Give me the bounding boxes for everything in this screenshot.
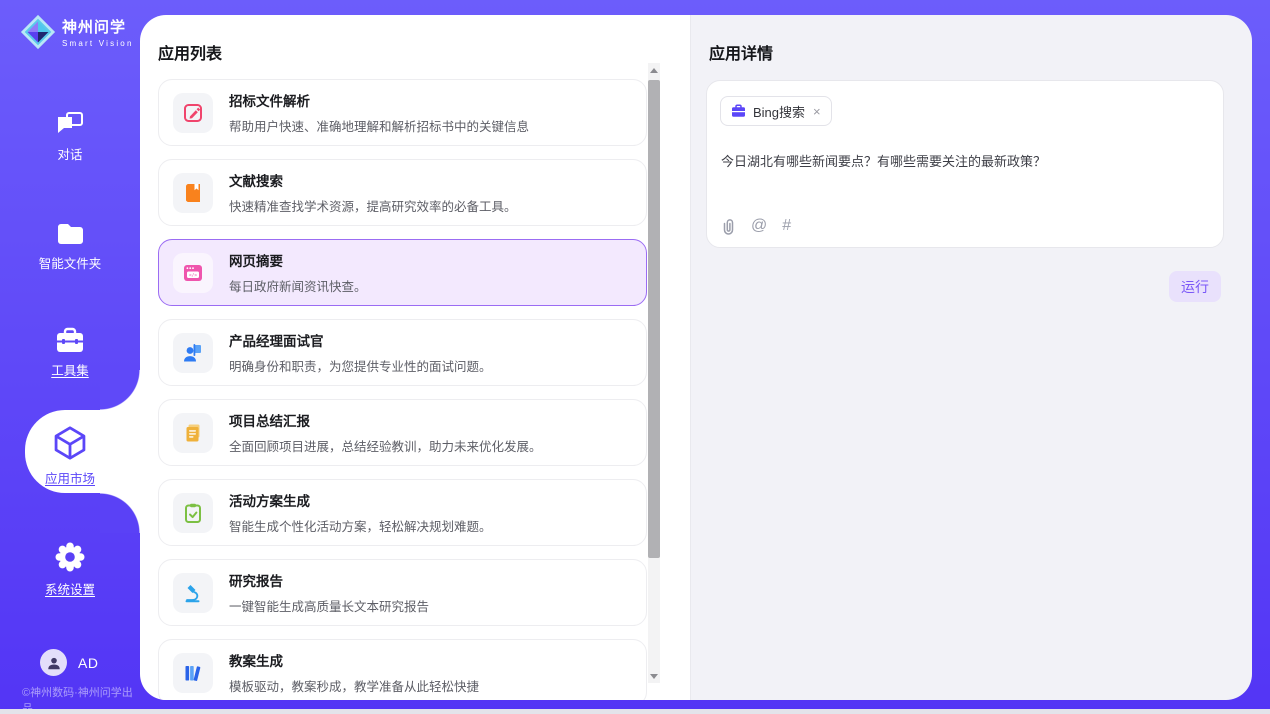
app-card-title: 项目总结汇报 [229,410,542,430]
mention-icon[interactable]: @ [751,217,767,235]
sidebar: 神州问学 Smart Vision 对话 智能文件夹 工具集 [0,0,140,714]
app-card-desc: 智能生成个性化活动方案，轻松解决规划难题。 [229,516,492,535]
run-button[interactable]: 运行 [1169,271,1221,302]
hashtag-icon[interactable]: # [782,217,791,235]
app-card-lesson-plan[interactable]: 教案生成 模板驱动，教案秒成，教学准备从此轻松快捷 [158,639,647,700]
app-card-literature-search[interactable]: 文献搜索 快速精准查找学术资源，提高研究效率的必备工具。 [158,159,647,226]
web-code-icon: </> [182,262,204,284]
gear-icon [54,541,86,573]
tag-close-icon[interactable]: × [813,105,821,118]
user-account[interactable]: AD [40,649,98,676]
sidebar-item-settings[interactable]: 系统设置 [0,541,140,598]
sidebar-item-app-market[interactable]: 应用市场 [0,424,140,487]
svg-text:</>: </> [189,272,198,278]
app-card-desc: 快速精准查找学术资源，提高研究效率的必备工具。 [229,196,517,215]
window-bottom-edge [0,709,1270,714]
sidebar-item-label: 应用市场 [0,468,140,487]
toolbox-icon [55,327,85,354]
scroll-up-button[interactable] [648,63,660,77]
sidebar-item-label: 智能文件夹 [0,253,140,272]
user-initials: AD [78,655,98,671]
app-list-panel: 应用列表 招标文件解析 帮助用户快速、准确地理解和解析招标书中的关键信息 文献搜… [140,15,690,700]
sidebar-item-chat[interactable]: 对话 [0,110,140,163]
app-card-title: 研究报告 [229,570,429,590]
scrollbar-thumb[interactable] [648,80,660,558]
app-card-web-summary[interactable]: </> 网页摘要 每日政府新闻资讯快查。 [158,239,647,306]
app-card-project-summary[interactable]: 项目总结汇报 全面回顾项目进展，总结经验教训，助力未来优化发展。 [158,399,647,466]
sidebar-item-label: 对话 [0,144,140,163]
books-icon [182,662,204,684]
app-card-desc: 帮助用户快速、准确地理解和解析招标书中的关键信息 [229,116,529,135]
cube-icon [52,424,88,462]
interviewer-icon [182,342,204,364]
app-card-title: 教案生成 [229,650,479,670]
person-icon [46,655,62,671]
sidebar-item-smart-folder[interactable]: 智能文件夹 [0,221,140,272]
active-tab-curve-bottom [100,493,140,533]
doc-edit-icon [182,102,204,124]
app-card-title: 招标文件解析 [229,90,529,110]
app-card-desc: 明确身份和职责，为您提供专业性的面试问题。 [229,356,492,375]
book-icon [182,182,204,204]
brand-diamond-icon [19,13,57,51]
app-card-desc: 模板驱动，教案秒成，教学准备从此轻松快捷 [229,676,479,695]
active-tab-curve-top [100,370,140,410]
list-scrollbar[interactable] [648,63,660,683]
tool-tag-label: Bing搜索 [753,102,805,121]
app-card-pm-interviewer[interactable]: 产品经理面试官 明确身份和职责，为您提供专业性的面试问题。 [158,319,647,386]
app-detail-title: 应用详情 [709,40,773,64]
folder-icon [55,221,85,247]
app-card-event-plan[interactable]: 活动方案生成 智能生成个性化活动方案，轻松解决规划难题。 [158,479,647,546]
report-doc-icon [182,422,204,444]
question-text-input[interactable]: 今日湖北有哪些新闻要点？有哪些需要关注的最新政策？ [721,151,1201,170]
tool-tag-bing-search[interactable]: Bing搜索 × [720,96,832,126]
app-card-desc: 每日政府新闻资讯快查。 [229,276,367,295]
app-card-title: 活动方案生成 [229,490,492,510]
scroll-down-button[interactable] [648,669,660,683]
app-card-title: 文献搜索 [229,170,517,190]
clipboard-check-icon [182,502,204,524]
app-card-research-report[interactable]: 研究报告 一键智能生成高质量长文本研究报告 [158,559,647,626]
input-toolbar: @ # [721,217,791,235]
app-detail-panel: 应用详情 Bing搜索 × 今日湖北有哪些新闻要点？有哪些需要关注的最新政策？ … [690,15,1252,700]
brand-tagline: Smart Vision [62,39,134,48]
microscope-icon [182,582,204,604]
briefcase-icon [731,104,746,118]
app-logo: 神州问学 Smart Vision [19,13,134,51]
app-list-title: 应用列表 [158,40,222,64]
sidebar-item-label: 系统设置 [0,579,140,598]
app-card-bid-analysis[interactable]: 招标文件解析 帮助用户快速、准确地理解和解析招标书中的关键信息 [158,79,647,146]
chat-icon [55,110,85,138]
app-card-desc: 一键智能生成高质量长文本研究报告 [229,596,429,615]
avatar [40,649,67,676]
app-card-title: 网页摘要 [229,250,367,270]
prompt-input-card[interactable]: Bing搜索 × 今日湖北有哪些新闻要点？有哪些需要关注的最新政策？ @ # [706,80,1224,248]
app-card-title: 产品经理面试官 [229,330,492,350]
attachment-icon[interactable] [721,218,736,235]
app-card-desc: 全面回顾项目进展，总结经验教训，助力未来优化发展。 [229,436,542,455]
brand-name: 神州问学 [62,16,134,37]
